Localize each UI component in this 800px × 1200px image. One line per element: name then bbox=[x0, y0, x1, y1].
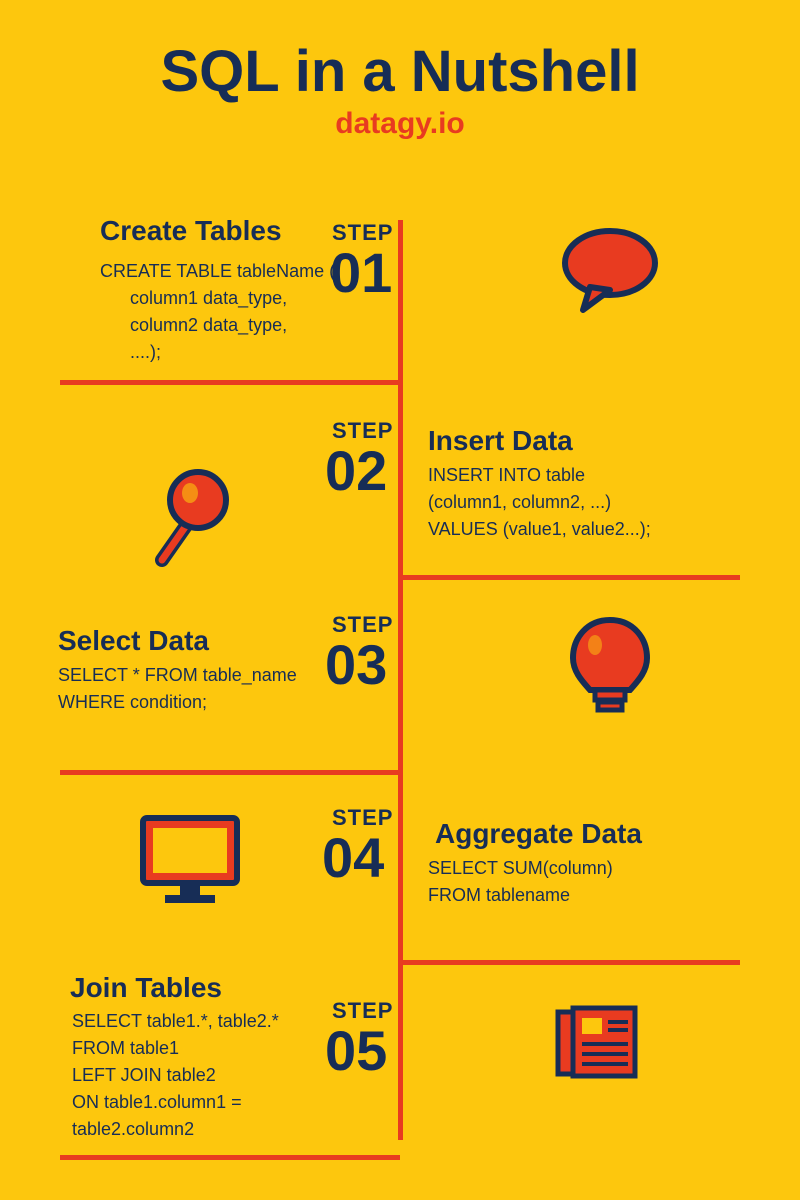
newspaper-icon bbox=[550, 1000, 645, 1085]
step-4-title: Aggregate Data bbox=[435, 818, 642, 850]
step-5-code: SELECT table1.*, table2.* FROM table1 LE… bbox=[72, 1008, 279, 1143]
step-1-number: 01 bbox=[330, 240, 392, 305]
step-3-number: 03 bbox=[325, 632, 387, 697]
step-5-title: Join Tables bbox=[70, 972, 222, 1004]
step-3-code: SELECT * FROM table_name WHERE condition… bbox=[58, 662, 297, 716]
connector-3 bbox=[60, 770, 400, 775]
timeline-vertical bbox=[398, 220, 403, 1140]
step-1-code: CREATE TABLE tableName ( column1 data_ty… bbox=[100, 258, 335, 366]
connector-1 bbox=[60, 380, 400, 385]
step-5-number: 05 bbox=[325, 1018, 387, 1083]
connector-4 bbox=[400, 960, 740, 965]
connector-5 bbox=[60, 1155, 400, 1160]
lightbulb-icon bbox=[565, 610, 655, 725]
connector-2 bbox=[400, 575, 740, 580]
page-subtitle: datagy.io bbox=[0, 107, 800, 141]
step-2-title: Insert Data bbox=[428, 425, 573, 457]
page-title: SQL in a Nutshell bbox=[0, 0, 800, 105]
step-4-code: SELECT SUM(column) FROM tablename bbox=[428, 855, 613, 909]
step-1-title: Create Tables bbox=[100, 215, 282, 247]
step-4-number: 04 bbox=[322, 825, 384, 890]
step-3-title: Select Data bbox=[58, 625, 209, 657]
monitor-icon bbox=[135, 810, 245, 910]
speech-bubble-icon bbox=[555, 225, 665, 320]
step-2-number: 02 bbox=[325, 438, 387, 503]
step-2-code: INSERT INTO table (column1, column2, ...… bbox=[428, 462, 651, 543]
magnifier-icon bbox=[140, 465, 240, 575]
